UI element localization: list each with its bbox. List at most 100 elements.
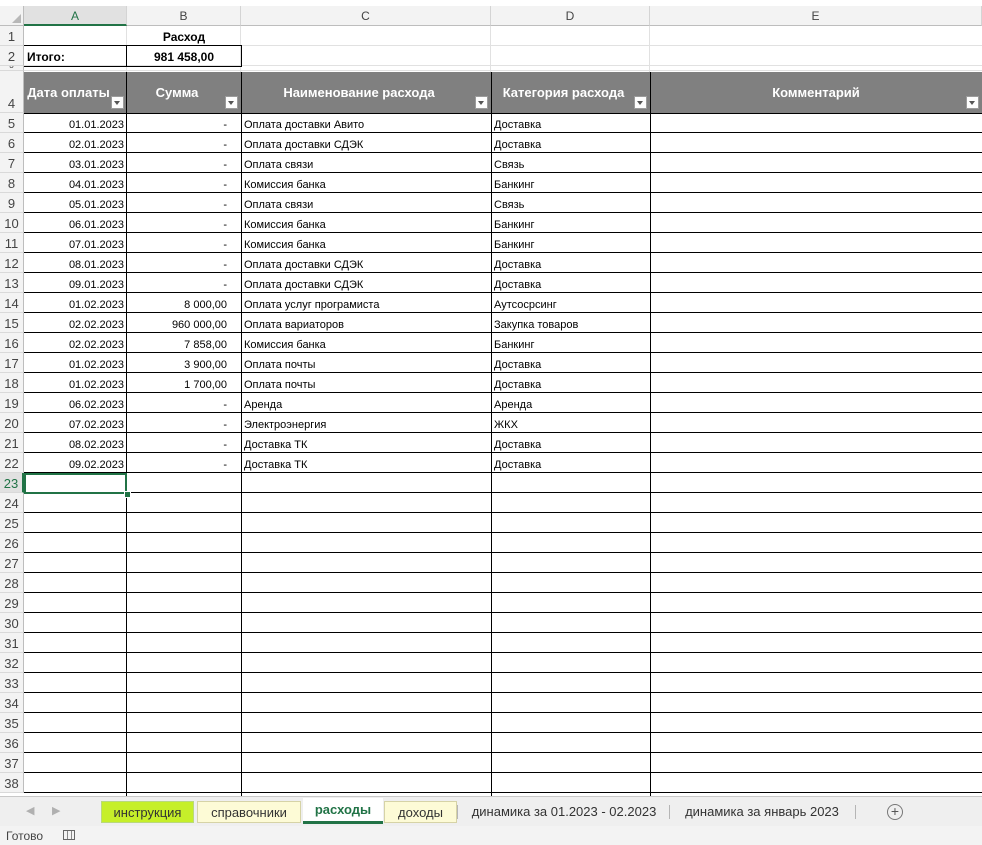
cell-category[interactable]: Доставка bbox=[491, 273, 650, 293]
cell-category[interactable]: Банкинг bbox=[491, 333, 650, 353]
chevron-left-icon[interactable]: ◀ bbox=[26, 804, 34, 817]
row-header-4[interactable]: 4 bbox=[0, 71, 24, 113]
cell-comment[interactable] bbox=[650, 153, 982, 173]
cell-comment[interactable] bbox=[650, 173, 982, 193]
cell-expense-name[interactable]: Комиссия банка bbox=[241, 233, 491, 253]
row-header-12[interactable]: 12 bbox=[0, 253, 24, 273]
row-header-16[interactable]: 16 bbox=[0, 333, 24, 353]
cell-date[interactable]: 06.02.2023 bbox=[24, 393, 127, 413]
cell-category[interactable]: Связь bbox=[491, 193, 650, 213]
cell-date[interactable]: 03.01.2023 bbox=[24, 153, 127, 173]
cell-category[interactable]: Доставка bbox=[491, 453, 650, 473]
cell-date[interactable]: 01.02.2023 bbox=[24, 293, 127, 313]
cell-date[interactable]: 02.01.2023 bbox=[24, 133, 127, 153]
row-header-19[interactable]: 19 bbox=[0, 393, 24, 413]
cell-date[interactable]: 08.01.2023 bbox=[24, 253, 127, 273]
cell-amount[interactable]: - bbox=[127, 213, 241, 233]
total-value[interactable]: 981 458,00 bbox=[127, 46, 241, 66]
cell-expense-name[interactable]: Комиссия банка bbox=[241, 333, 491, 353]
row-header-8[interactable]: 8 bbox=[0, 173, 24, 193]
column-header-c[interactable]: C bbox=[241, 6, 491, 26]
cell-amount[interactable]: - bbox=[127, 113, 241, 133]
cell-amount[interactable]: - bbox=[127, 273, 241, 293]
row-header-15[interactable]: 15 bbox=[0, 313, 24, 333]
row-header-13[interactable]: 13 bbox=[0, 273, 24, 293]
row-header-34[interactable]: 34 bbox=[0, 693, 24, 713]
row-header-9[interactable]: 9 bbox=[0, 193, 24, 213]
cell-comment[interactable] bbox=[650, 433, 982, 453]
cell-amount[interactable]: - bbox=[127, 393, 241, 413]
cell-comment[interactable] bbox=[650, 413, 982, 433]
cell-comment[interactable] bbox=[650, 293, 982, 313]
row-header-20[interactable]: 20 bbox=[0, 413, 24, 433]
cell-comment[interactable] bbox=[650, 193, 982, 213]
filter-dropdown-icon[interactable] bbox=[475, 96, 488, 109]
cell-amount[interactable]: 3 900,00 bbox=[127, 353, 241, 373]
row-header-5[interactable]: 5 bbox=[0, 113, 24, 133]
cell-amount[interactable]: - bbox=[127, 233, 241, 253]
row-header-35[interactable]: 35 bbox=[0, 713, 24, 733]
cell-comment[interactable] bbox=[650, 453, 982, 473]
row-header-22[interactable]: 22 bbox=[0, 453, 24, 473]
cell-category[interactable]: Доставка bbox=[491, 373, 650, 393]
cell-expense-name[interactable]: Оплата доставки СДЭК bbox=[241, 273, 491, 293]
cell-expense-name[interactable]: Оплата доставки Авито bbox=[241, 113, 491, 133]
cell-expense-name[interactable]: Оплата связи bbox=[241, 193, 491, 213]
cell-date[interactable]: 04.01.2023 bbox=[24, 173, 127, 193]
cell-category[interactable]: Связь bbox=[491, 153, 650, 173]
cell-date[interactable]: 06.01.2023 bbox=[24, 213, 127, 233]
row-header-32[interactable]: 32 bbox=[0, 653, 24, 673]
column-header-b[interactable]: B bbox=[127, 6, 241, 26]
cell-amount[interactable]: - bbox=[127, 433, 241, 453]
cell-expense-name[interactable]: Оплата связи bbox=[241, 153, 491, 173]
cell-category[interactable]: Банкинг bbox=[491, 213, 650, 233]
cell-expense-name[interactable]: Электроэнергия bbox=[241, 413, 491, 433]
cell-date[interactable]: 02.02.2023 bbox=[24, 313, 127, 333]
sheet-tab-3[interactable]: расходы bbox=[303, 798, 383, 824]
cell-amount[interactable]: 960 000,00 bbox=[127, 313, 241, 333]
cell-comment[interactable] bbox=[650, 253, 982, 273]
cell-amount[interactable]: 1 700,00 bbox=[127, 373, 241, 393]
row-header-18[interactable]: 18 bbox=[0, 373, 24, 393]
cell-date[interactable]: 09.01.2023 bbox=[24, 273, 127, 293]
cell-comment[interactable] bbox=[650, 353, 982, 373]
row-header-23[interactable]: 23 bbox=[0, 473, 24, 493]
cell-category[interactable]: Доставка bbox=[491, 353, 650, 373]
cell-date[interactable]: 07.02.2023 bbox=[24, 413, 127, 433]
cell-amount[interactable]: 8 000,00 bbox=[127, 293, 241, 313]
row-header-6[interactable]: 6 bbox=[0, 133, 24, 153]
filter-dropdown-icon[interactable] bbox=[225, 96, 238, 109]
cell-amount[interactable]: - bbox=[127, 173, 241, 193]
filter-dropdown-icon[interactable] bbox=[634, 96, 647, 109]
cell-amount[interactable]: - bbox=[127, 153, 241, 173]
row-header-14[interactable]: 14 bbox=[0, 293, 24, 313]
sheet-tab-6[interactable]: динамика за январь 2023 bbox=[674, 801, 850, 823]
row-header-7[interactable]: 7 bbox=[0, 153, 24, 173]
cell-amount[interactable]: - bbox=[127, 253, 241, 273]
column-header-d[interactable]: D bbox=[491, 6, 650, 26]
cell-comment[interactable] bbox=[650, 133, 982, 153]
row-header-36[interactable]: 36 bbox=[0, 733, 24, 753]
cell-expense-name[interactable]: Оплата вариаторов bbox=[241, 313, 491, 333]
cell-amount[interactable]: 7 858,00 bbox=[127, 333, 241, 353]
cell-date[interactable]: 05.01.2023 bbox=[24, 193, 127, 213]
summary-title[interactable]: Расход bbox=[127, 26, 241, 46]
cell-date[interactable]: 09.02.2023 bbox=[24, 453, 127, 473]
cell-expense-name[interactable]: Доставка ТК bbox=[241, 433, 491, 453]
fill-handle[interactable] bbox=[124, 491, 131, 498]
row-header-2[interactable]: 2 bbox=[0, 46, 24, 66]
cell-comment[interactable] bbox=[650, 373, 982, 393]
sheet-tab-1[interactable]: инструкция bbox=[101, 801, 194, 823]
cell-comment[interactable] bbox=[650, 113, 982, 133]
row-header-33[interactable]: 33 bbox=[0, 673, 24, 693]
row-header-30[interactable]: 30 bbox=[0, 613, 24, 633]
cell-amount[interactable]: - bbox=[127, 193, 241, 213]
cell-comment[interactable] bbox=[650, 313, 982, 333]
cell-amount[interactable]: - bbox=[127, 133, 241, 153]
row-header-28[interactable]: 28 bbox=[0, 573, 24, 593]
column-header-e[interactable]: E bbox=[650, 6, 982, 26]
cell-comment[interactable] bbox=[650, 273, 982, 293]
cell-date[interactable]: 08.02.2023 bbox=[24, 433, 127, 453]
row-header-26[interactable]: 26 bbox=[0, 533, 24, 553]
row-header-21[interactable]: 21 bbox=[0, 433, 24, 453]
